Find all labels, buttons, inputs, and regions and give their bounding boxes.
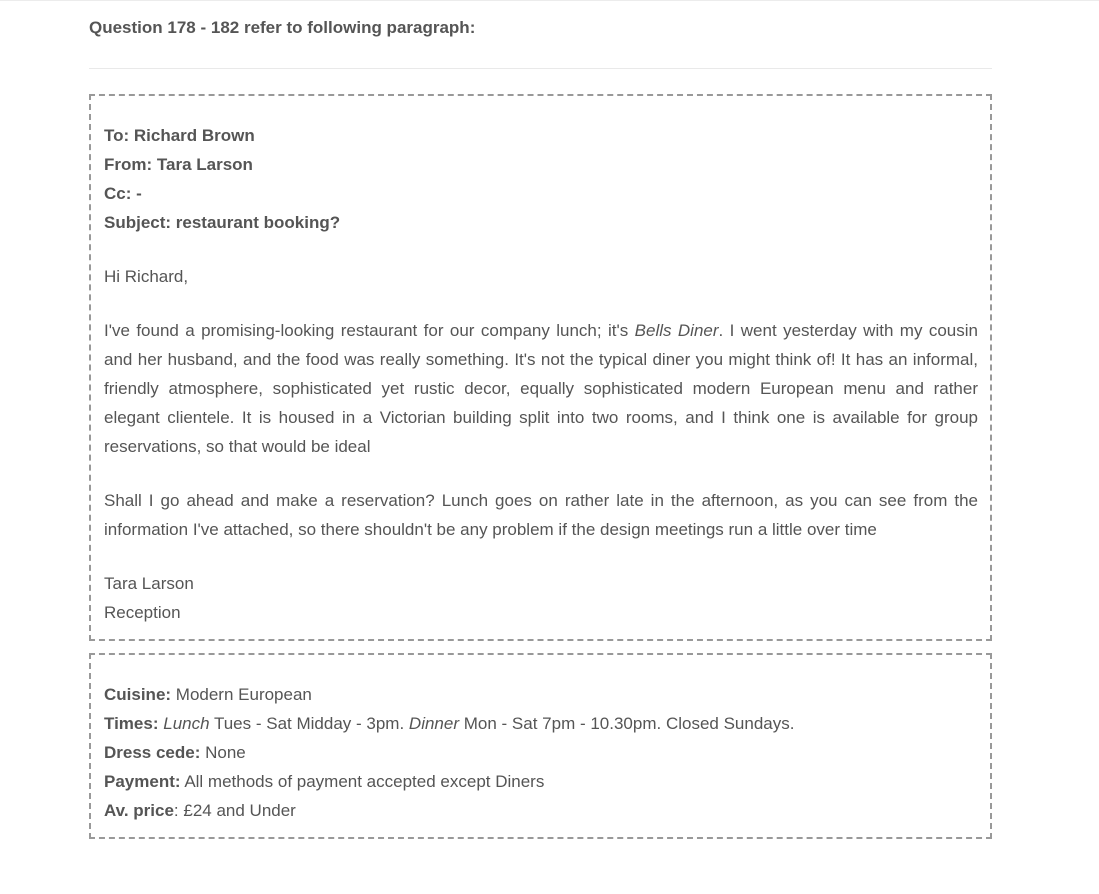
dress-value: None [200,743,246,762]
email-to: To: Richard Brown [104,126,255,145]
email-paragraph-1: I've found a promising-looking restauran… [104,316,978,461]
info-price: Av. price: £24 and Under [104,796,978,825]
signature-name: Tara Larson [104,574,194,593]
price-value: : £24 and Under [173,801,296,820]
email-paragraph-2: Shall I go ahead and make a reservation?… [104,491,978,539]
info-payment: Payment: All methods of payment accepted… [104,767,978,796]
times-lunch-value: Tues - Sat Midday - 3pm. [209,714,409,733]
email-from: From: Tara Larson [104,155,253,174]
payment-value: All methods of payment accepted except D… [180,772,545,791]
info-times: Times: Lunch Tues - Sat Midday - 3pm. Di… [104,709,978,738]
payment-label: Payment: [104,772,181,791]
email-box: To: Richard Brown From: Tara Larson Cc: … [89,94,992,641]
info-dress-code: Dress cede: None [104,738,978,767]
cuisine-label: Cuisine: [104,685,172,704]
info-cuisine: Cuisine: Modern European [104,680,978,709]
paragraph-1-text-end: . I went yesterday with my cousin and he… [104,321,978,456]
price-label: Av. price [104,801,174,820]
dress-label: Dress cede: [104,743,201,762]
paragraph-1-text-start: I've found a promising-looking restauran… [104,321,635,340]
times-lunch-label: Lunch [163,714,210,733]
question-passage: Question 178 - 182 refer to following pa… [89,0,992,839]
times-dinner-label: Dinner [408,714,460,733]
times-label: Times: [104,714,159,733]
restaurant-name: Bells Diner [634,321,719,340]
email-greeting: Hi Richard, [104,267,189,286]
email-subject: Subject: restaurant booking? [104,213,341,232]
header-divider [89,68,992,69]
cuisine-value: Modern European [171,685,312,704]
restaurant-info-box: Cuisine: Modern European Times: Lunch Tu… [89,653,992,839]
email-cc: Cc: - [104,184,142,203]
question-header: Question 178 - 182 refer to following pa… [89,18,476,37]
times-dinner-value: Mon - Sat 7pm - 10.30pm. Closed Sundays. [459,714,795,733]
signature-department: Reception [104,603,181,622]
